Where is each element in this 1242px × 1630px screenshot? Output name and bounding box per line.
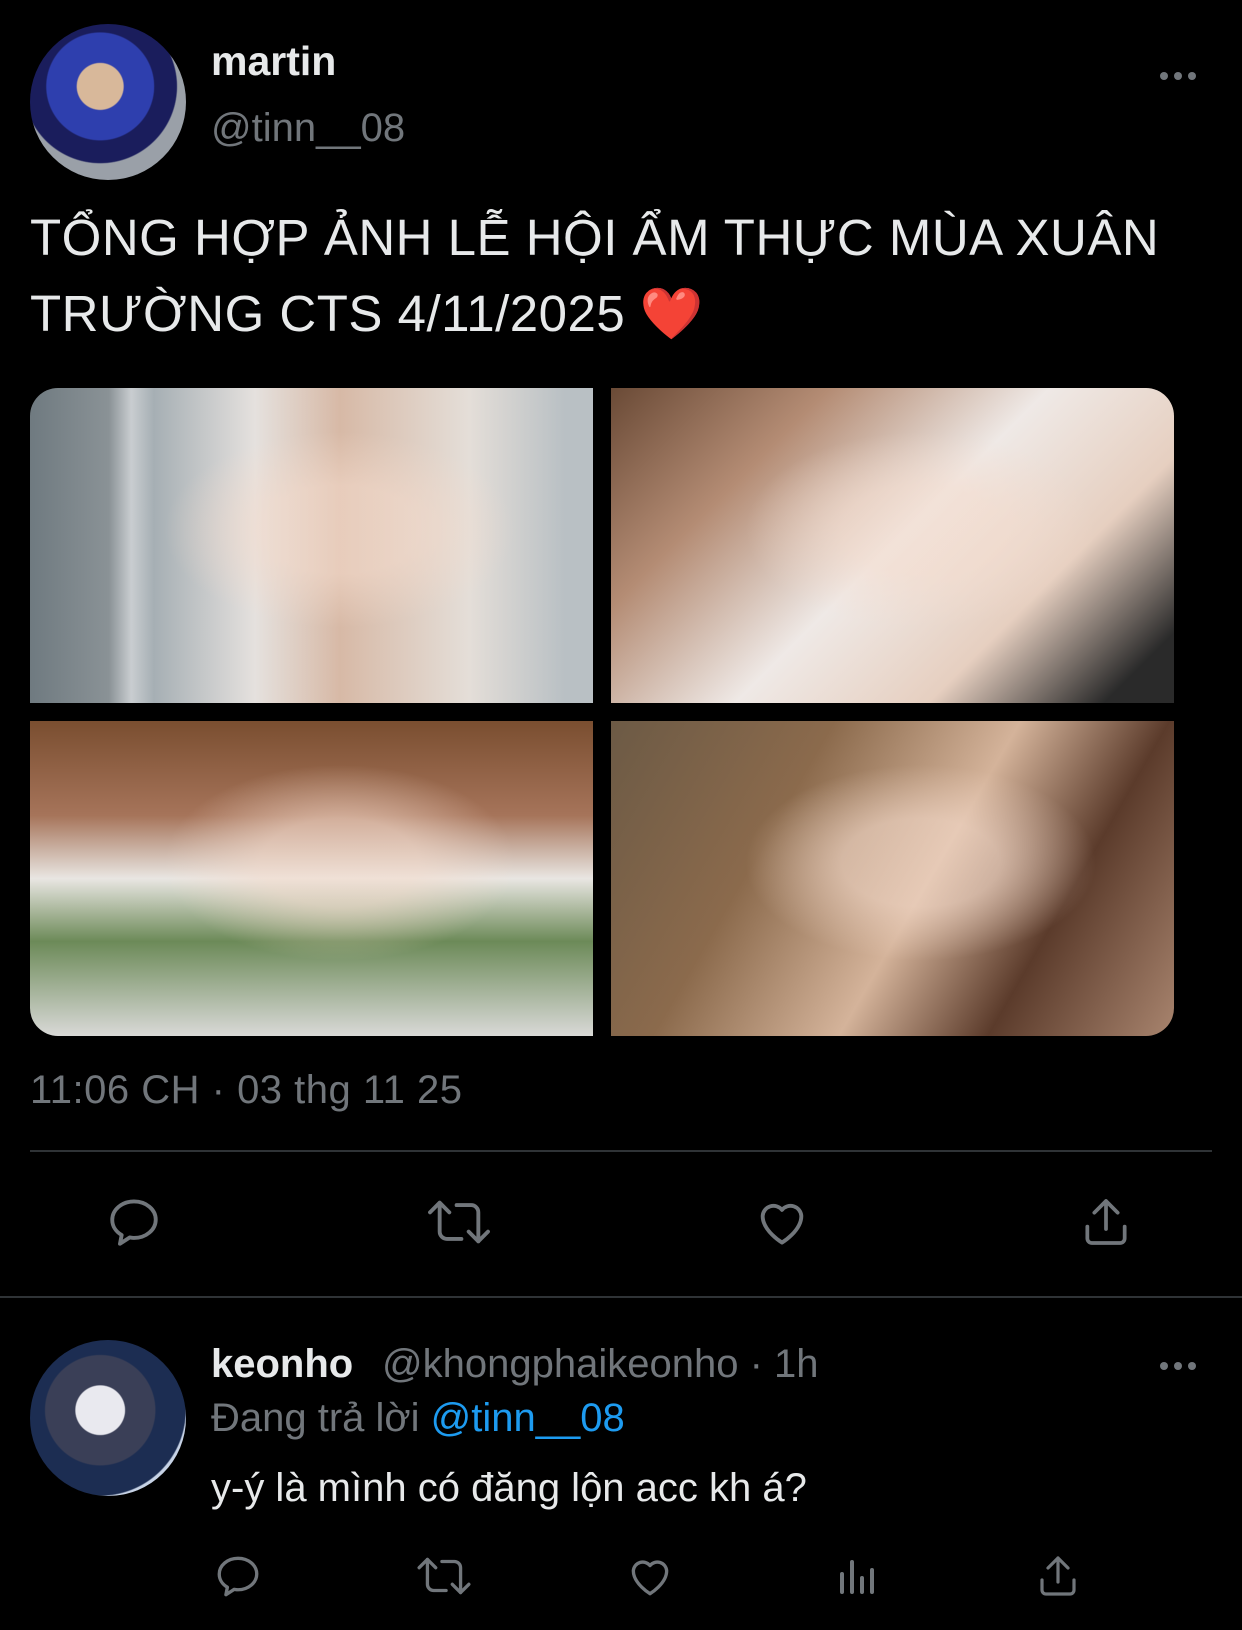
photo-shade: [30, 721, 593, 1036]
more-dot: [1188, 72, 1196, 80]
like-icon[interactable]: [752, 1192, 812, 1252]
photo-shade: [611, 721, 1174, 1036]
reply-icon[interactable]: [104, 1192, 164, 1252]
divider: [30, 1150, 1212, 1152]
divider: [0, 1296, 1242, 1298]
more-options-icon[interactable]: [1160, 1362, 1196, 1370]
more-dot: [1160, 1362, 1168, 1370]
retweet-icon[interactable]: [412, 1548, 476, 1604]
replying-to-mention[interactable]: @tinn__08: [431, 1396, 625, 1440]
more-dot: [1174, 72, 1182, 80]
tweet-text: TỔNG HỢP ẢNH LỄ HỘI ẨM THỰC MÙA XUÂN TRƯ…: [30, 200, 1220, 352]
photo-shade: [30, 388, 593, 703]
author-display-name[interactable]: martin: [211, 38, 336, 85]
reply-time[interactable]: · 1h: [750, 1342, 819, 1386]
more-dot: [1174, 1362, 1182, 1370]
author-avatar[interactable]: [30, 24, 186, 180]
reply-author-avatar[interactable]: [30, 1340, 186, 1496]
photo-shade: [611, 388, 1174, 703]
share-icon[interactable]: [1076, 1192, 1136, 1252]
tweet-text-line-2-content: TRƯỜNG CTS 4/11/2025: [30, 285, 626, 342]
more-options-icon[interactable]: [1160, 72, 1196, 80]
tweet-photo-4[interactable]: [611, 721, 1174, 1036]
reply-author-display-name[interactable]: keonho: [211, 1342, 353, 1387]
more-dot: [1160, 72, 1168, 80]
author-handle[interactable]: @tinn__08: [211, 106, 405, 151]
tweet-text-line-2: TRƯỜNG CTS 4/11/2025 ❤️: [30, 276, 1220, 352]
tweet-photo-1[interactable]: [30, 388, 593, 703]
retweet-icon[interactable]: [424, 1192, 494, 1252]
tweet-photo-2[interactable]: [611, 388, 1174, 703]
more-dot: [1188, 1362, 1196, 1370]
share-icon[interactable]: [1030, 1548, 1086, 1604]
like-icon[interactable]: [622, 1548, 678, 1604]
tweet-timestamp[interactable]: 11:06 CH · 03 thg 11 25: [30, 1068, 463, 1113]
views-icon[interactable]: [830, 1548, 886, 1604]
tweet-text-line-1: TỔNG HỢP ẢNH LỄ HỘI ẨM THỰC MÙA XUÂN: [30, 209, 1160, 266]
tweet-photo-3[interactable]: [30, 721, 593, 1036]
heart-emoji: ❤️: [639, 285, 704, 342]
reply-author-meta: @khongphaikeonho · 1h: [382, 1342, 819, 1387]
reply-icon[interactable]: [210, 1548, 266, 1604]
replying-to-context: Đang trả lời @tinn__08: [211, 1396, 625, 1441]
replying-to-label: Đang trả lời: [211, 1396, 420, 1440]
reply-text: y-ý là mình có đăng lộn acc kh á?: [211, 1466, 807, 1510]
reply-author-handle[interactable]: @khongphaikeonho: [382, 1342, 738, 1386]
